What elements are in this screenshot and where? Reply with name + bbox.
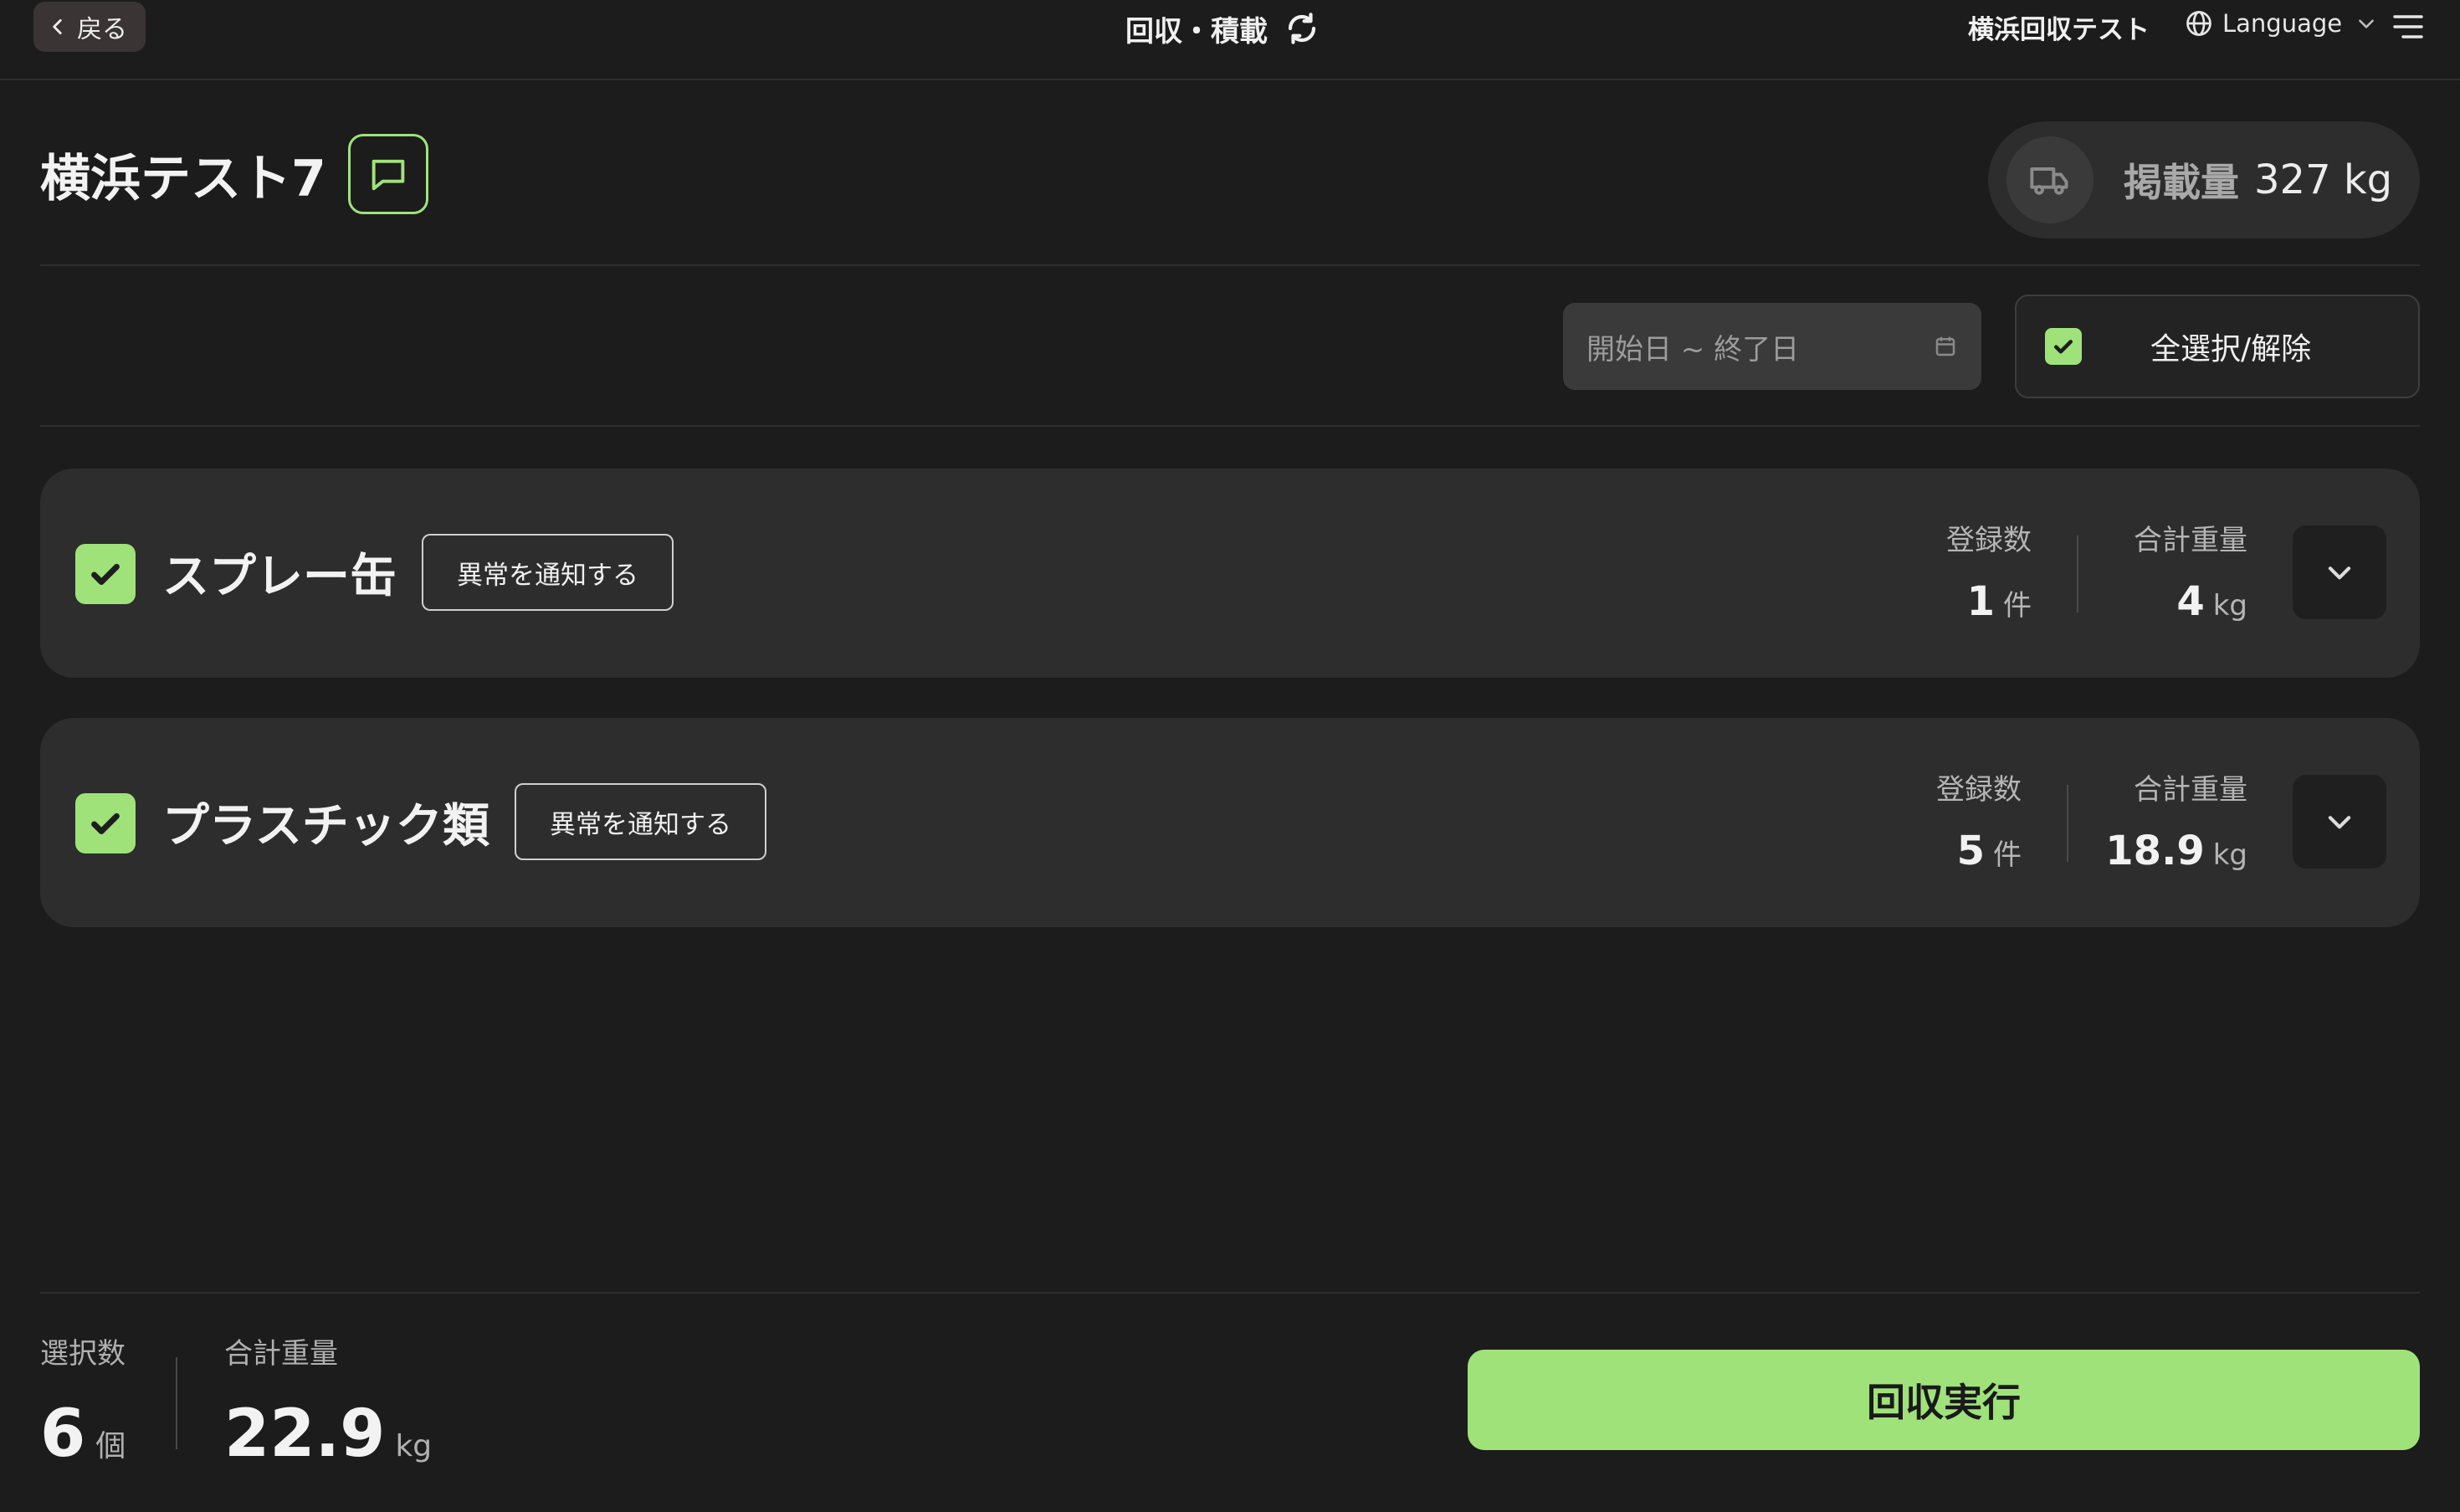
- category-checkbox[interactable]: [75, 793, 136, 853]
- execute-collection-button[interactable]: 回収実行: [1468, 1350, 2420, 1450]
- back-button[interactable]: 戻る: [33, 2, 146, 52]
- count-label: 登録数: [1936, 773, 2022, 807]
- weight-unit: kg: [2212, 838, 2247, 872]
- capacity-value: 327 kg: [2254, 156, 2393, 203]
- weight-unit: kg: [2212, 589, 2247, 623]
- globe-icon: [2186, 11, 2211, 36]
- category-card-spray-can: スプレー缶 異常を通知する 登録数 1件 合計重量 4 kg: [40, 469, 2420, 678]
- chevron-left-icon: [53, 19, 62, 34]
- truck-icon: [2030, 167, 2068, 195]
- count-unit: 件: [2003, 589, 2032, 623]
- count-stat: 登録数 5件: [1936, 766, 2022, 874]
- total-weight-stat: 合計重量 22.9 kg: [224, 1330, 432, 1472]
- count-value: 1: [1966, 578, 1995, 625]
- calendar-icon: [1935, 336, 1955, 356]
- selected-count-label: 選択数: [40, 1337, 126, 1371]
- chevron-down-icon: [2328, 566, 2351, 580]
- report-anomaly-button[interactable]: 異常を通知する: [515, 783, 766, 860]
- date-range-input[interactable]: 開始日 ~ 終了日: [1563, 303, 1981, 390]
- expand-button[interactable]: [2293, 525, 2386, 619]
- page-title: 横浜テスト7: [40, 149, 326, 208]
- category-checkbox[interactable]: [75, 544, 136, 604]
- category-card-plastics: プラスチック類 異常を通知する 登録数 5件 合計重量 18.9 kg: [40, 718, 2420, 927]
- total-weight-label: 合計重量: [224, 1337, 338, 1371]
- header-title-group: 回収・積載: [1125, 5, 1320, 52]
- weight-stat: 合計重量 18.9 kg: [2105, 766, 2247, 874]
- weight-label: 合計重量: [2134, 773, 2247, 807]
- expand-button[interactable]: [2293, 775, 2386, 869]
- count-value: 5: [1956, 828, 1985, 874]
- stat-divider: [2067, 785, 2068, 862]
- language-label: Language: [2222, 9, 2343, 38]
- total-weight-value: 22.9: [224, 1397, 386, 1472]
- select-all-label: 全選択/解除: [2150, 332, 2312, 366]
- count-unit: 件: [1993, 838, 2022, 872]
- count-stat: 登録数 1件: [1946, 517, 2032, 625]
- top-header: 戻る 回収・積載 横浜回収テスト Language: [0, 0, 2460, 80]
- truck-icon-wrap: [2006, 136, 2094, 223]
- weight-value: 4: [2176, 578, 2205, 625]
- selected-count-stat: 選択数 6個: [40, 1330, 126, 1472]
- comment-button[interactable]: [347, 134, 428, 214]
- check-icon: [2054, 340, 2073, 354]
- select-all-checkbox[interactable]: [2045, 328, 2082, 365]
- report-anomaly-button[interactable]: 異常を通知する: [422, 534, 674, 611]
- menu-icon[interactable]: [2391, 12, 2425, 42]
- category-name: プラスチック類: [162, 799, 489, 853]
- date-range-placeholder: 開始日 ~ 終了日: [1586, 332, 1800, 366]
- header-title: 回収・積載: [1125, 14, 1268, 49]
- footer-divider: [40, 1292, 2420, 1294]
- footer-stat-divider: [176, 1357, 177, 1449]
- category-name: スプレー缶: [162, 550, 397, 604]
- chevron-down-icon: [2359, 19, 2375, 28]
- title-row: 横浜テスト7: [40, 134, 428, 214]
- back-label: 戻る: [77, 15, 127, 44]
- refresh-icon[interactable]: [1284, 11, 1320, 46]
- selected-count-value: 6: [40, 1397, 86, 1472]
- check-icon: [91, 812, 120, 835]
- capacity-label: 掲載量: [2124, 160, 2239, 205]
- comment-icon: [372, 159, 405, 191]
- total-weight-unit: kg: [395, 1429, 433, 1463]
- weight-label: 合計重量: [2134, 524, 2247, 557]
- check-icon: [91, 563, 120, 586]
- site-name: 横浜回収テスト: [1968, 15, 2150, 45]
- weight-stat: 合計重量 4 kg: [2134, 517, 2247, 625]
- chevron-down-icon: [2328, 816, 2351, 829]
- selected-count-unit: 個: [95, 1429, 126, 1463]
- count-label: 登録数: [1946, 524, 2032, 557]
- language-selector[interactable]: Language: [2184, 8, 2377, 38]
- select-all-toggle[interactable]: 全選択/解除: [2015, 295, 2420, 398]
- divider: [40, 264, 2420, 266]
- stat-divider: [2077, 536, 2078, 612]
- weight-value: 18.9: [2105, 828, 2205, 874]
- capacity-badge: 掲載量 327 kg: [1988, 121, 2420, 238]
- divider: [40, 425, 2420, 427]
